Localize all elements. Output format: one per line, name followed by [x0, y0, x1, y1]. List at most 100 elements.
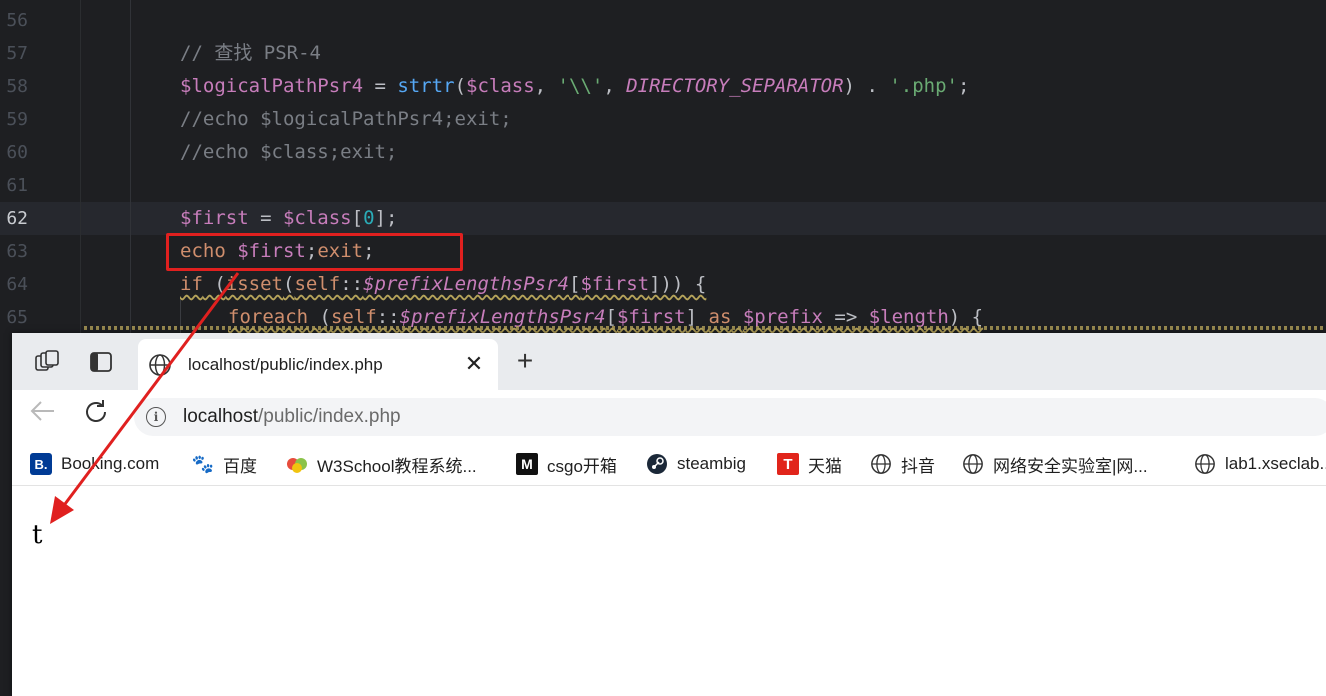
bookmark-baidu[interactable]: 🐾 百度	[192, 443, 257, 485]
booking-icon: B.	[30, 453, 52, 475]
code-operator: =>	[822, 306, 869, 328]
steam-icon	[646, 453, 668, 475]
w3school-icon	[286, 453, 308, 475]
code-punct: ,	[534, 75, 558, 97]
bookmark-xseclab[interactable]: lab1.xseclab...	[1194, 443, 1326, 485]
tab-actions-icon[interactable]	[84, 346, 118, 378]
code-punct: ]	[685, 306, 709, 328]
close-icon[interactable]: ✕	[462, 352, 486, 376]
code-string: '\\'	[557, 75, 604, 97]
code-comment: //echo $class;exit;	[180, 141, 398, 163]
code-keyword: self	[294, 273, 341, 295]
code-punct: [	[605, 306, 617, 328]
line-number: 57	[6, 43, 28, 64]
url-host: localhost	[183, 406, 258, 427]
page-output-text: t	[32, 520, 43, 550]
workspaces-icon[interactable]	[30, 346, 64, 378]
bookmark-label: 百度	[223, 456, 257, 476]
warning-squiggle	[84, 326, 1326, 330]
code-operator: =	[363, 75, 398, 97]
tab-active[interactable]: localhost/public/index.php ✕	[138, 339, 498, 390]
code-punct: (	[454, 75, 467, 97]
line-number: 63	[6, 241, 28, 262]
code-line-57[interactable]: // 查找 PSR-4	[180, 37, 321, 70]
bookmark-label: W3School教程系统...	[317, 456, 477, 476]
url-text[interactable]: localhost/public/index.php	[183, 398, 401, 436]
browser-window: localhost/public/index.php ✕ + i localho…	[12, 333, 1326, 696]
refresh-icon[interactable]	[78, 398, 114, 434]
code-line-60[interactable]: //echo $class;exit;	[180, 136, 397, 169]
line-number: 64	[6, 274, 28, 295]
baidu-icon: 🐾	[191, 453, 215, 474]
code-punct: [	[351, 207, 364, 229]
code-variable: $class	[282, 207, 352, 229]
tab-title: localhost/public/index.php	[188, 355, 383, 374]
csgo-icon: M	[516, 453, 538, 475]
code-function: isset	[225, 273, 283, 295]
code-punct: (	[308, 306, 331, 328]
code-variable: $prefixLengthsPsr4	[363, 273, 569, 295]
code-comment: //echo $logicalPathPsr4;exit;	[180, 108, 512, 130]
bookmark-booking[interactable]: B. Booking.com	[30, 443, 159, 485]
code-keyword: as	[708, 306, 732, 328]
line-number: 56	[6, 10, 28, 31]
code-comment: // 查找 PSR-4	[180, 42, 321, 64]
code-line-64[interactable]: if (isset(self::$prefixLengthsPsr4[$firs…	[180, 268, 706, 301]
code-punct: ])) {	[649, 273, 707, 295]
line-number: 58	[6, 76, 28, 97]
code-operator: .	[855, 75, 890, 97]
bookmark-label: lab1.xseclab...	[1225, 454, 1326, 473]
tab-strip: localhost/public/index.php ✕ +	[12, 333, 1326, 390]
tmall-icon: T	[777, 453, 799, 475]
bookmark-label: steambig	[677, 454, 746, 473]
code-punct: )	[843, 75, 855, 97]
code-punct: ];	[374, 207, 398, 229]
bookmark-douyin[interactable]: 抖音	[870, 443, 935, 485]
bookmark-label: 网络安全实验室|网...	[993, 456, 1148, 476]
code-variable: $logicalPathPsr4	[180, 75, 364, 97]
code-punct: ;	[957, 75, 970, 97]
line-number: 65	[6, 307, 28, 328]
code-variable: $first	[616, 306, 686, 328]
bookmark-steambig[interactable]: steambig	[646, 443, 746, 485]
code-punct: ) {	[948, 306, 984, 328]
code-operator: ::	[340, 273, 364, 295]
bookmark-label: Booking.com	[61, 454, 160, 473]
indent-guide	[130, 0, 131, 340]
code-variable: $prefix	[742, 306, 823, 328]
globe-icon	[870, 453, 892, 475]
code-variable: $prefixLengthsPsr4	[399, 306, 606, 328]
bookmark-seclab[interactable]: 网络安全实验室|网...	[962, 443, 1148, 485]
code-line-58[interactable]: $logicalPathPsr4 = strtr($class, '\\', D…	[180, 70, 969, 103]
code-keyword: foreach	[228, 306, 309, 328]
info-icon[interactable]: i	[146, 407, 166, 427]
code-punct: (	[282, 273, 295, 295]
new-tab-button[interactable]: +	[510, 346, 540, 376]
code-keyword: self	[330, 306, 377, 328]
bookmark-w3school[interactable]: W3School教程系统...	[286, 443, 477, 485]
address-bar[interactable]: i localhost/public/index.php	[134, 398, 1326, 436]
navigation-bar: i localhost/public/index.php	[12, 390, 1326, 443]
page-content: t	[12, 486, 1326, 696]
globe-icon	[149, 354, 171, 376]
code-punct: [	[569, 273, 581, 295]
line-number: 60	[6, 142, 28, 163]
bookmarks-bar: B. Booking.com 🐾 百度 W3School教程系统... Mcsgo开…	[12, 443, 1326, 486]
back-icon[interactable]	[24, 398, 60, 434]
code-line-59[interactable]: //echo $logicalPathPsr4;exit;	[180, 103, 512, 136]
code-string: '.php'	[889, 75, 958, 97]
code-number: 0	[363, 207, 375, 229]
bookmark-tmall[interactable]: T 天猫	[777, 443, 842, 485]
code-variable: $first	[580, 273, 650, 295]
code-operator: =	[248, 207, 283, 229]
bookmark-label: csgo开箱	[547, 456, 617, 476]
bookmark-label: 天猫	[808, 456, 842, 476]
bookmark-csgo[interactable]: Mcsgo开箱	[516, 443, 617, 485]
code-punct: ,	[603, 75, 627, 97]
line-number: 59	[6, 109, 28, 130]
code-operator: ::	[376, 306, 400, 328]
code-variable: $class	[466, 75, 535, 97]
code-line-62[interactable]: $first = $class[0];	[180, 202, 397, 235]
bookmark-label: 抖音	[901, 456, 935, 476]
code-keyword: if	[180, 273, 203, 295]
